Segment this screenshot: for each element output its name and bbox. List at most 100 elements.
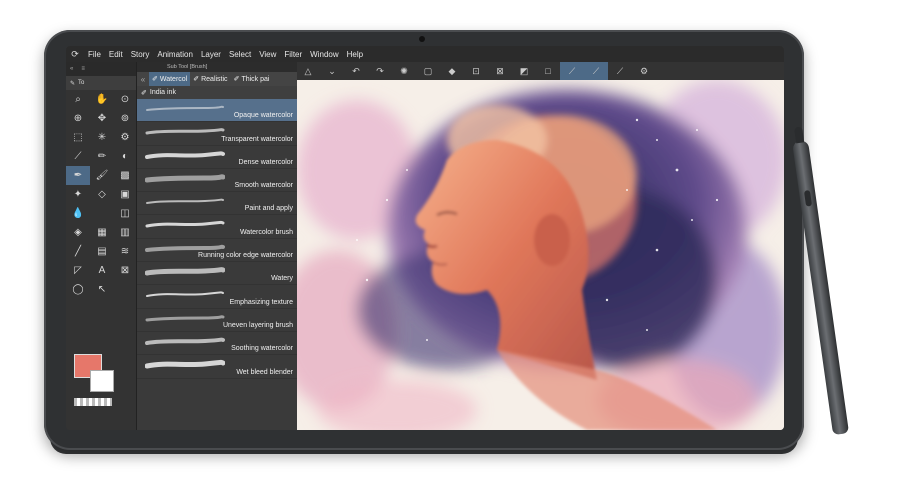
settings-icon[interactable]: ⚙ xyxy=(632,62,656,80)
move-icon[interactable]: ⊕ xyxy=(66,109,90,128)
move-layer-icon[interactable]: ✥ xyxy=(90,109,114,128)
color-set-icon[interactable]: ▩ xyxy=(114,166,136,185)
blend-icon[interactable]: 💧 xyxy=(66,204,90,223)
sub-color-swatch[interactable] xyxy=(90,370,114,392)
invert-selection-icon[interactable]: ◩ xyxy=(512,62,536,80)
pen-icon[interactable]: ✒ xyxy=(66,166,90,185)
menu-help[interactable]: Help xyxy=(343,50,367,59)
brush-item-label: Smooth watercolor xyxy=(234,182,293,190)
menu-animation[interactable]: Animation xyxy=(153,50,197,59)
menu-icon[interactable]: ≡ xyxy=(81,66,85,72)
app-logo-icon[interactable]: ⟳ xyxy=(66,49,84,60)
chevron-down-icon[interactable]: ⌄ xyxy=(320,62,344,80)
brush-item[interactable]: Emphasizing texture xyxy=(137,285,297,309)
brush-item[interactable]: Dense watercolor xyxy=(137,146,297,169)
app-screen: ⟳ File Edit Story Animation Layer Select… xyxy=(66,46,784,430)
brush-item-label: Soothing watercolor xyxy=(231,345,293,353)
brush-item[interactable]: Watercolor brush xyxy=(137,215,297,239)
image-icon[interactable]: ⊠ xyxy=(114,261,136,280)
tab-thick-paint[interactable]: ✐ Thick pai xyxy=(231,72,273,86)
tab-realistic[interactable]: ✐ Realistic xyxy=(190,72,230,86)
brush-size-icon[interactable]: ⊚ xyxy=(114,109,136,128)
brush-item[interactable]: Paint and apply xyxy=(137,192,297,216)
brush-item[interactable]: Opaque watercolor xyxy=(137,99,297,123)
collapse-icon[interactable]: « xyxy=(70,66,73,72)
loading-icon[interactable]: ✺ xyxy=(392,62,416,80)
front-camera xyxy=(419,36,425,42)
brush-item-label: Wet bleed blender xyxy=(236,368,293,376)
redo-icon[interactable]: ↷ xyxy=(368,62,392,80)
ruler-icon[interactable]: ◸ xyxy=(66,261,90,280)
navigator-icon[interactable]: ⊙ xyxy=(114,90,136,109)
brush-item[interactable]: Transparent watercolor xyxy=(137,122,297,146)
menu-story[interactable]: Story xyxy=(127,50,154,59)
brush-item-label: Dense watercolor xyxy=(238,158,293,166)
menu-window[interactable]: Window xyxy=(306,50,342,59)
layer-stack-icon[interactable]: ≋ xyxy=(114,242,136,261)
brush-item-label: Opaque watercolor xyxy=(233,112,293,120)
brush-item[interactable]: Watery xyxy=(137,262,297,286)
drawing-canvas[interactable] xyxy=(297,80,784,430)
brush-tab-icon: ✐ xyxy=(141,89,147,97)
sub-tool-title: Sub Tool [Brush] xyxy=(137,62,297,72)
triangle-ruler-icon[interactable]: △ xyxy=(296,62,320,80)
magic-wand-icon[interactable]: ✳ xyxy=(90,128,114,147)
snap-ruler-icon[interactable]: ⟋ xyxy=(560,62,584,80)
brush-stroke-preview xyxy=(146,198,224,205)
layer-property-icon[interactable]: ◫ xyxy=(114,204,136,223)
hand-icon[interactable]: ✋ xyxy=(90,90,114,109)
transparent-color-swatch[interactable] xyxy=(74,398,112,406)
brush-item[interactable]: Smooth watercolor xyxy=(137,169,297,193)
sub-tool-tabs: « ✐ Watercol ✐ Realistic ✐ Thick pai xyxy=(137,72,297,86)
tool-property-icon[interactable]: ⚙ xyxy=(114,128,136,147)
eyedropper-icon[interactable]: ⟋ xyxy=(66,147,90,166)
clear-icon[interactable]: ▢ xyxy=(416,62,440,80)
eraser-icon[interactable]: ◇ xyxy=(90,185,114,204)
brush-item-label: Uneven layering brush xyxy=(222,321,293,329)
tool-tab[interactable]: ✎ To xyxy=(66,76,136,90)
brush-item-label: Emphasizing texture xyxy=(229,298,293,306)
correct-line-icon[interactable]: ↖ xyxy=(90,280,114,299)
menu-view[interactable]: View xyxy=(255,50,280,59)
tab-india-ink-label: India ink xyxy=(149,89,176,96)
brush-stroke-preview xyxy=(145,314,225,322)
brush-item[interactable]: Uneven layering brush xyxy=(137,309,297,332)
layer-icon[interactable]: ▣ xyxy=(114,185,136,204)
brush-item[interactable]: Soothing watercolor xyxy=(137,332,297,356)
tab-india-ink[interactable]: ✐ India ink xyxy=(137,86,297,99)
undo-icon[interactable]: ↶ xyxy=(344,62,368,80)
figure-icon[interactable]: ╱ xyxy=(66,242,90,261)
crop-icon[interactable]: ⊡ xyxy=(464,62,488,80)
tool-grid: ⌕ ✋ ⊕ ✥ ⬚ ✳ ⟋ ✏ ✒ 🖌 ✦ ◇ 💧 ◈ ▦ ╱ ▤ ◸ A ◯ … xyxy=(66,90,114,299)
brush-item[interactable]: Wet bleed blender xyxy=(137,355,297,379)
collapse-panel-icon[interactable]: « xyxy=(137,75,149,84)
snap-special-ruler-icon[interactable]: ⟋ xyxy=(584,62,608,80)
tab-realistic-label: Realistic xyxy=(201,75,228,83)
brush-item[interactable]: Running color edge watercolor xyxy=(137,239,297,263)
brush-icon[interactable]: 🖌 xyxy=(90,166,114,185)
frame-icon[interactable]: ▤ xyxy=(90,242,114,261)
command-bar: △ ⌄ ↶ ↷ ✺ ▢ ◆ ⊡ ⊠ ◩ □ ⟋ ⟋ ⟋ ⚙ xyxy=(296,62,784,80)
menu-edit[interactable]: Edit xyxy=(105,50,127,59)
fill-icon[interactable]: ◈ xyxy=(66,223,90,242)
color-wheel-icon[interactable]: ◐ xyxy=(114,147,136,166)
snap-grid-icon[interactable]: ⟋ xyxy=(608,62,632,80)
select-rect-icon[interactable]: ⬚ xyxy=(66,128,90,147)
dummy-icon[interactable] xyxy=(90,204,114,223)
menu-layer[interactable]: Layer xyxy=(197,50,225,59)
sub-tool-column: ⊙ ⊚ ⚙ ◐ ▩ ▣ ◫ ▥ ≋ ⊠ xyxy=(114,90,136,280)
pencil-icon[interactable]: ✏ xyxy=(90,147,114,166)
gradient-icon[interactable]: ▦ xyxy=(90,223,114,242)
material-icon[interactable]: ▥ xyxy=(114,223,136,242)
text-icon[interactable]: A xyxy=(90,261,114,280)
menu-select[interactable]: Select xyxy=(225,50,255,59)
balloon-icon[interactable]: ◯ xyxy=(66,280,90,299)
menu-file[interactable]: File xyxy=(84,50,105,59)
menu-filter[interactable]: Filter xyxy=(280,50,306,59)
tab-watercolor[interactable]: ✐ Watercol xyxy=(149,72,191,86)
decoration-icon[interactable]: ✦ xyxy=(66,185,90,204)
selection-icon[interactable]: □ xyxy=(536,62,560,80)
search-icon[interactable]: ⌕ xyxy=(66,90,90,109)
deselect-icon[interactable]: ⊠ xyxy=(488,62,512,80)
fill-bucket-icon[interactable]: ◆ xyxy=(440,62,464,80)
